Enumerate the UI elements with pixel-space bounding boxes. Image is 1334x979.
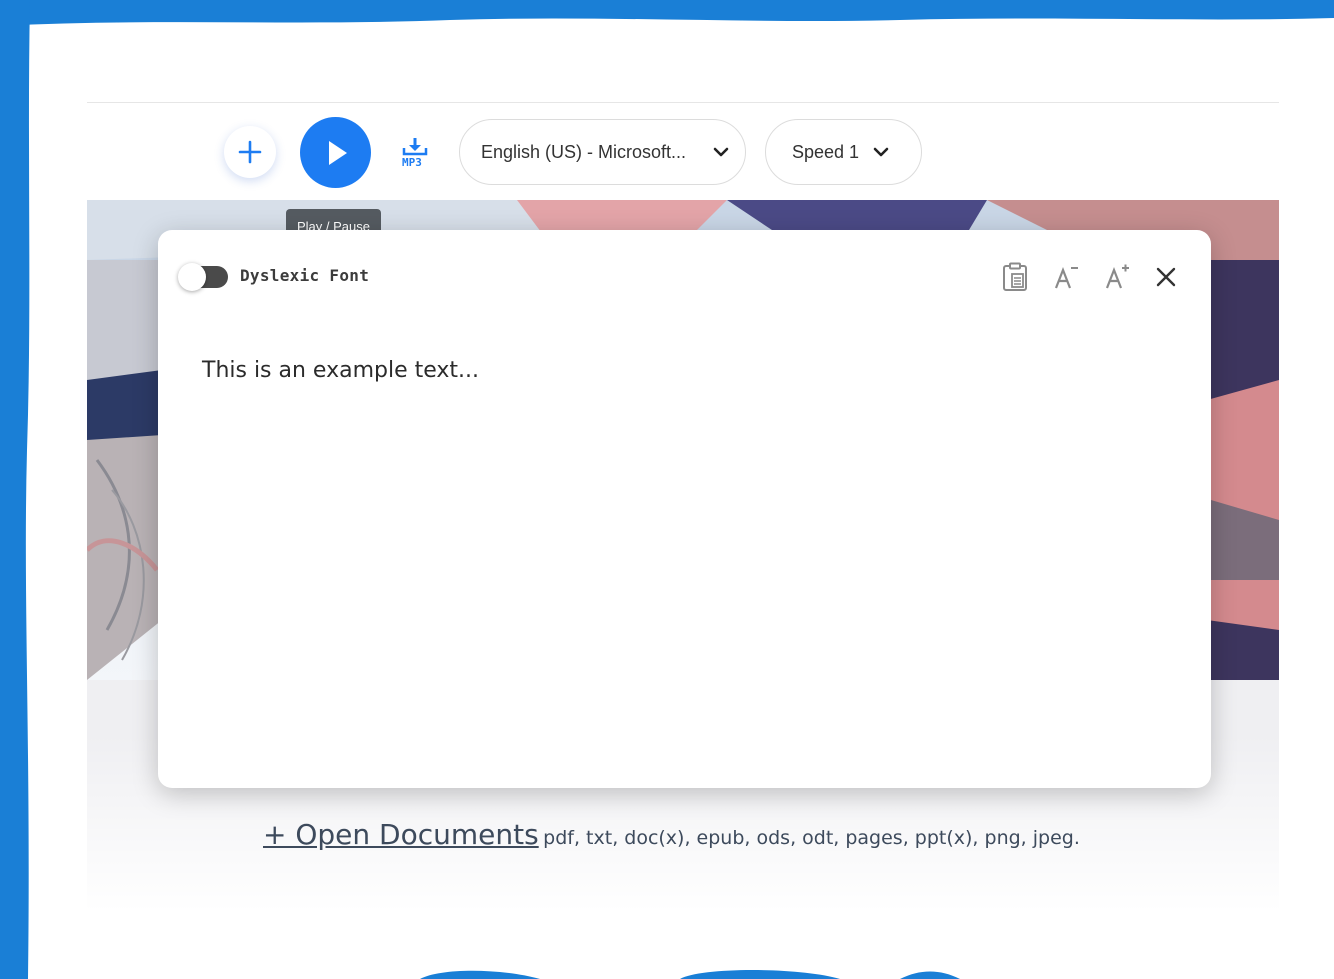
editor-card: Dyslexic Font This is an example text...: [158, 230, 1211, 788]
open-documents-row: + Open Documents pdf, txt, doc(x), epub,…: [263, 818, 1080, 851]
font-decrease-icon[interactable]: [1050, 260, 1084, 294]
plus-icon: [238, 140, 262, 164]
frame-bottom-border: [420, 970, 960, 979]
close-icon[interactable]: [1149, 260, 1183, 294]
editor-text-area[interactable]: This is an example text...: [202, 358, 479, 383]
chevron-down-icon: [713, 146, 729, 158]
voice-select-value: English (US) - Microsoft...: [481, 141, 687, 162]
header-divider: [87, 102, 1279, 103]
toggle-knob: [178, 263, 206, 291]
play-icon: [328, 140, 347, 165]
dyslexic-font-toggle[interactable]: [178, 263, 228, 291]
add-button[interactable]: [224, 126, 276, 178]
clipboard-icon[interactable]: [998, 260, 1032, 294]
open-documents-link[interactable]: + Open Documents: [263, 818, 539, 851]
speed-select-value: Speed 1: [792, 141, 860, 162]
frame-top-border: [0, 0, 1334, 26]
frame-left-border: [0, 0, 30, 979]
play-pause-button[interactable]: [300, 117, 371, 188]
chevron-down-icon: [873, 146, 889, 158]
mp3-label: MP3: [402, 156, 422, 169]
dyslexic-font-label: Dyslexic Font: [240, 266, 370, 285]
font-increase-icon[interactable]: [1101, 260, 1135, 294]
supported-formats: pdf, txt, doc(x), epub, ods, odt, pages,…: [543, 827, 1080, 849]
speed-select[interactable]: Speed 1: [765, 119, 922, 185]
voice-select[interactable]: English (US) - Microsoft...: [459, 119, 746, 185]
download-mp3-button[interactable]: MP3: [398, 136, 432, 172]
